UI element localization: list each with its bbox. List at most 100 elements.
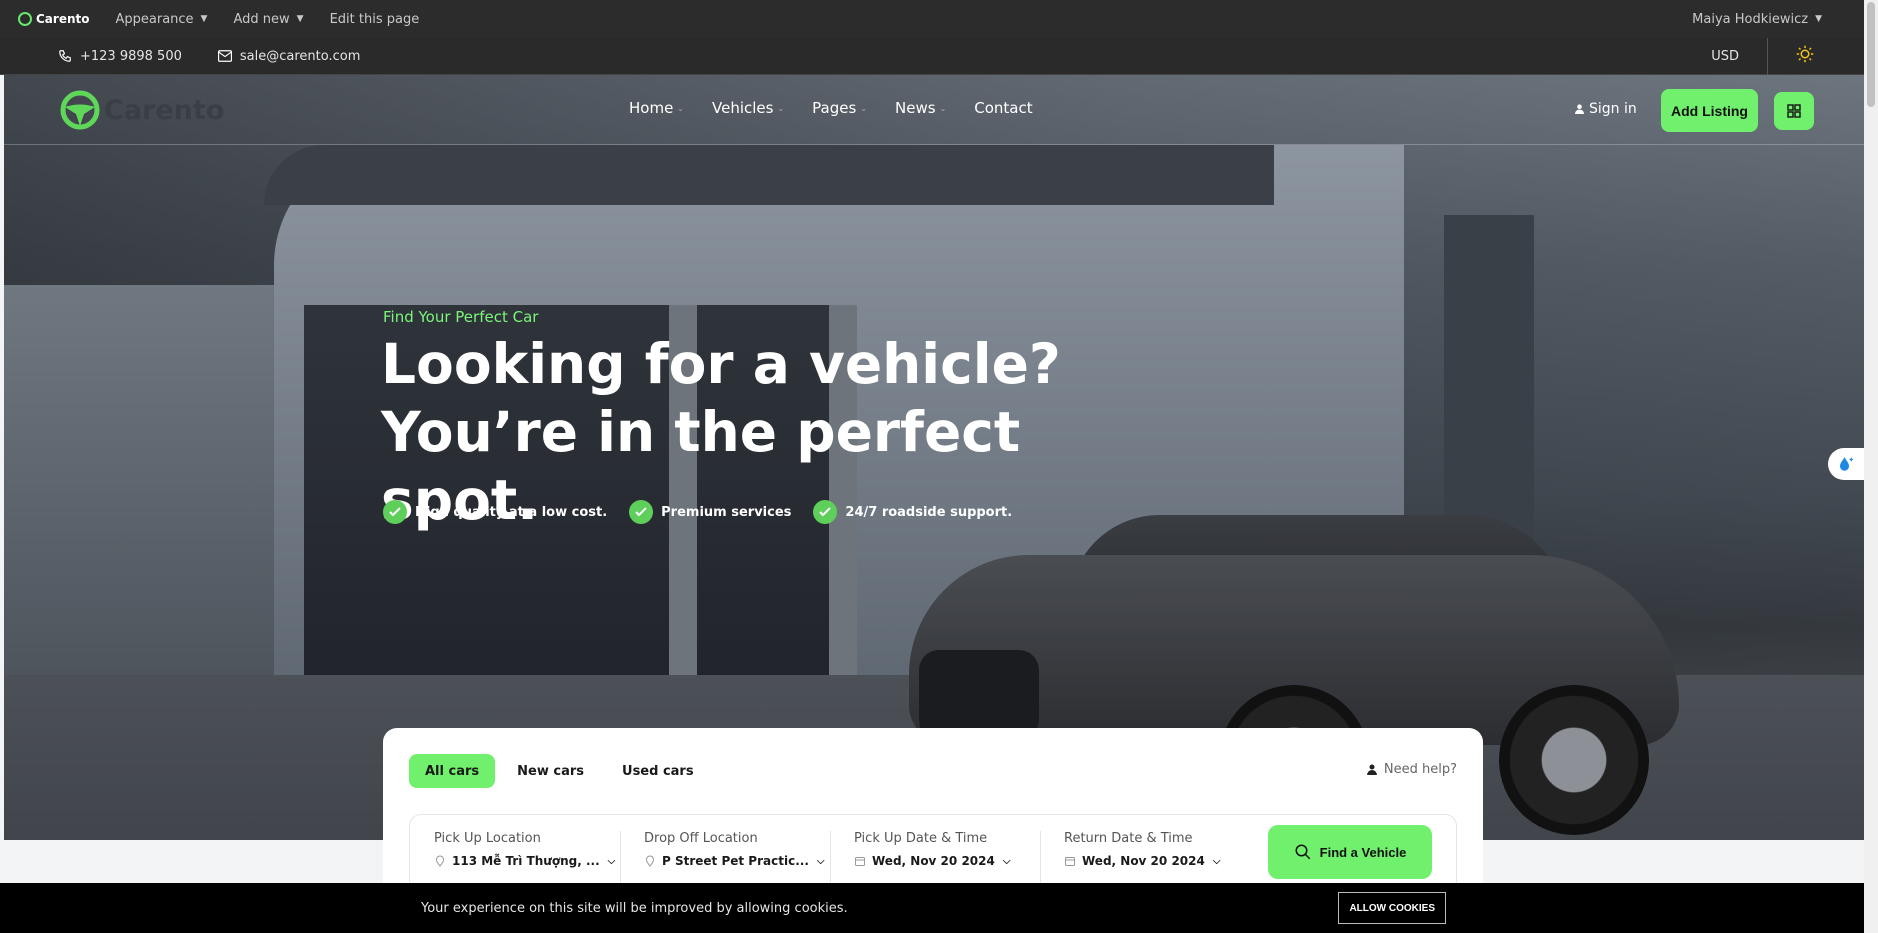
phone-number: +123 9898 500 xyxy=(80,48,182,64)
admin-appearance-menu[interactable]: Appearance ▼ xyxy=(115,12,207,27)
site-header: Carento Home ⌄ Vehicles ⌄ Pages ⌄ News ⌄ Con… xyxy=(4,75,1864,145)
email-contact[interactable]: sale@carento.com xyxy=(217,48,361,64)
calendar-icon xyxy=(1065,857,1075,866)
chevron-down-icon: ⌵ xyxy=(816,855,825,867)
add-listing-button[interactable]: Add Listing xyxy=(1661,89,1758,132)
nav-contact-label: Contact xyxy=(974,99,1033,117)
mail-icon xyxy=(217,50,232,62)
feature-item: High quality at a low cost. xyxy=(383,500,607,524)
find-vehicle-button[interactable]: Find a Vehicle xyxy=(1268,825,1432,879)
accessibility-widget-button[interactable] xyxy=(1828,448,1864,480)
car-grille xyxy=(919,650,1039,740)
feature-label: Premium services xyxy=(661,504,792,520)
feature-label: High quality at a low cost. xyxy=(415,504,608,520)
need-help-link[interactable]: Need help? xyxy=(1366,762,1457,777)
nav-vehicles[interactable]: Vehicles ⌄ xyxy=(712,99,784,117)
chevron-down-icon: ⌵ xyxy=(607,855,616,867)
nav-pages-label: Pages xyxy=(812,99,857,117)
car-type-tabs: All cars New cars Used cars xyxy=(409,754,716,788)
admin-add-new-label: Add new xyxy=(233,11,290,27)
admin-edit-page-label: Edit this page xyxy=(329,11,420,27)
admin-bar: Carento Appearance ▼ Add new ▼ Edit this… xyxy=(0,0,1864,38)
caret-down-icon: ▼ xyxy=(296,14,304,24)
car-wheel xyxy=(1499,685,1649,835)
menu-grid-button[interactable] xyxy=(1774,92,1814,130)
admin-appearance-label: Appearance xyxy=(115,11,194,27)
need-help-label: Need help? xyxy=(1383,762,1457,777)
chevron-down-icon: ⌵ xyxy=(1002,855,1011,867)
admin-site-name: Carento xyxy=(36,12,90,26)
chevron-down-icon: ⌄ xyxy=(677,103,684,113)
sun-icon xyxy=(1796,45,1814,63)
map-pin-icon xyxy=(645,855,655,867)
theme-toggle[interactable] xyxy=(1796,45,1814,67)
site-logo-icon xyxy=(18,12,32,26)
tab-used-cars[interactable]: Used cars xyxy=(606,754,710,788)
site-logo[interactable]: Carento xyxy=(60,90,224,130)
currency-selector[interactable]: USD xyxy=(1711,49,1739,64)
allow-cookies-button[interactable]: ALLOW COOKIES xyxy=(1338,892,1446,924)
sign-in-label: Sign in xyxy=(1589,101,1637,117)
phone-icon xyxy=(59,50,71,62)
logo-text: Carento xyxy=(104,94,225,126)
chevron-down-icon: ⌄ xyxy=(939,103,947,113)
field-label: Pick Up Location xyxy=(434,831,541,846)
field-label: Drop Off Location xyxy=(644,831,758,846)
page-scrollbar[interactable] xyxy=(1864,0,1878,933)
chevron-down-icon: ⌄ xyxy=(777,103,785,113)
check-icon xyxy=(383,500,407,524)
grid-icon xyxy=(1787,104,1801,118)
field-value: Wed, Nov 20 2024 ⌵ xyxy=(854,854,1016,868)
check-icon xyxy=(813,500,838,524)
field-value: P Street Pet Practic... ⌵ xyxy=(644,854,824,868)
feature-item: 24/7 roadside support. xyxy=(813,500,1012,524)
nav-news[interactable]: News ⌄ xyxy=(895,99,946,117)
main-nav: Home ⌄ Vehicles ⌄ Pages ⌄ News ⌄ Contact xyxy=(629,99,1061,117)
search-icon xyxy=(1295,844,1310,860)
nav-home[interactable]: Home ⌄ xyxy=(629,99,684,117)
nav-pages[interactable]: Pages ⌄ xyxy=(812,99,867,117)
admin-user-menu[interactable]: Maiya Hodkiewicz ▼ xyxy=(1692,12,1822,27)
hero-features: High quality at a low cost. Premium serv… xyxy=(383,500,1034,524)
cookie-message: Your experience on this site will be imp… xyxy=(421,900,848,916)
feature-item: Premium services xyxy=(629,500,791,524)
find-vehicle-label: Find a Vehicle xyxy=(1319,844,1407,860)
top-info-bar: +123 9898 500 sale@carento.com USD xyxy=(0,37,1864,75)
sign-in-link[interactable]: Sign in xyxy=(1574,101,1637,117)
email-address: sale@carento.com xyxy=(239,48,361,64)
admin-edit-page-link[interactable]: Edit this page xyxy=(330,12,420,27)
phone-contact[interactable]: +123 9898 500 xyxy=(58,49,182,64)
showroom-canopy xyxy=(264,145,1274,205)
cookie-banner: Your experience on this site will be imp… xyxy=(0,883,1864,933)
chevron-down-icon: ⌄ xyxy=(860,103,868,113)
tab-all-cars[interactable]: All cars xyxy=(409,754,496,788)
steering-wheel-icon xyxy=(60,90,100,130)
return-date-value: Wed, Nov 20 2024 xyxy=(1082,854,1205,868)
admin-site-link[interactable]: Carento xyxy=(18,12,89,26)
admin-add-new-menu[interactable]: Add new ▼ xyxy=(233,12,303,27)
field-label: Return Date & Time xyxy=(1064,831,1193,846)
user-icon xyxy=(1574,104,1585,115)
check-icon xyxy=(629,500,654,524)
caret-down-icon: ▼ xyxy=(1815,14,1822,24)
feature-label: 24/7 roadside support. xyxy=(845,504,1013,520)
user-icon xyxy=(1366,764,1377,775)
field-value: 113 Mễ Trì Thượng, ... ⌵ xyxy=(434,854,615,868)
nav-contact[interactable]: Contact xyxy=(974,99,1032,117)
nav-vehicles-label: Vehicles xyxy=(712,99,774,117)
scrollbar-thumb[interactable] xyxy=(1867,2,1875,107)
hero-headline-line-1: Looking for a vehicle? xyxy=(381,332,1061,396)
pickup-location-value: 113 Mễ Trì Thượng, ... xyxy=(452,854,600,868)
field-label: Pick Up Date & Time xyxy=(854,831,988,846)
admin-user-name: Maiya Hodkiewicz xyxy=(1692,11,1809,27)
field-value: Wed, Nov 20 2024 ⌵ xyxy=(1064,854,1226,868)
calendar-icon xyxy=(855,857,865,866)
nav-home-label: Home xyxy=(629,99,674,117)
pickup-date-value: Wed, Nov 20 2024 xyxy=(872,854,995,868)
tab-new-cars[interactable]: New cars xyxy=(501,754,600,788)
nav-news-label: News xyxy=(895,99,936,117)
droplet-sparkle-icon xyxy=(1840,457,1854,471)
dropoff-location-value: P Street Pet Practic... xyxy=(662,854,809,868)
hero-eyebrow: Find Your Perfect Car xyxy=(383,308,539,326)
chevron-down-icon: ⌵ xyxy=(1212,855,1221,867)
